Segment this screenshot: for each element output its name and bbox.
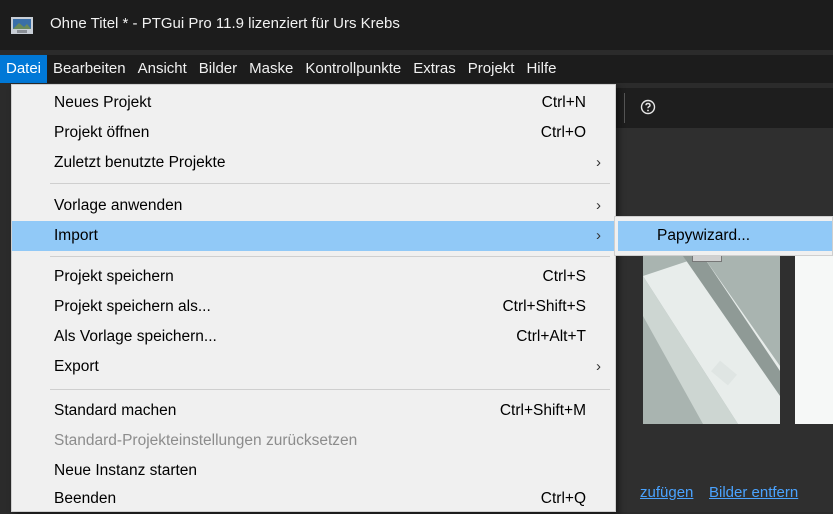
menu-bearbeiten[interactable]: Bearbeiten [47,55,132,83]
menu-bilder[interactable]: Bilder [193,55,243,83]
menu-extras[interactable]: Extras [407,55,462,83]
image-thumbnail[interactable] [643,256,780,424]
menu-item-zuletzt-benutzte-projekte[interactable]: Zuletzt benutzte Projekte › [12,148,615,178]
ptgui-app-icon [11,17,33,34]
image-thumbnail[interactable] [795,256,833,424]
menu-separator [50,183,610,184]
remove-images-link[interactable]: Bilder entfern [709,484,798,501]
menu-maske[interactable]: Maske [243,55,299,83]
file-menu-dropdown: Neues Projekt Ctrl+N Projekt öffnen Ctrl… [11,84,616,512]
add-images-link[interactable]: zufügen [640,484,693,501]
menu-hilfe[interactable]: Hilfe [520,55,562,83]
submenu-item-papywizard[interactable]: Papywizard... [618,221,832,251]
chevron-right-icon: › [596,197,601,214]
menu-ansicht[interactable]: Ansicht [132,55,193,83]
menu-item-vorlage-anwenden[interactable]: Vorlage anwenden › [12,191,615,221]
menu-kontrollpunkte[interactable]: Kontrollpunkte [299,55,407,83]
menu-item-als-vorlage-speichern[interactable]: Als Vorlage speichern... Ctrl+Alt+T [12,322,615,352]
menu-separator [50,389,610,390]
window-title: Ohne Titel * - PTGui Pro 11.9 lizenziert… [50,15,400,32]
chevron-right-icon: › [596,358,601,375]
menu-separator [50,256,610,257]
menu-bar: Datei Bearbeiten Ansicht Bilder Maske Ko… [0,55,833,83]
menu-item-export[interactable]: Export › [12,352,615,382]
menu-item-import[interactable]: Import › [12,221,615,251]
chevron-right-icon: › [596,154,601,171]
menu-item-neues-projekt[interactable]: Neues Projekt Ctrl+N [12,88,615,118]
menu-item-projekt-oeffnen[interactable]: Projekt öffnen Ctrl+O [12,118,615,148]
help-circle-icon[interactable] [640,99,656,115]
menu-item-beenden[interactable]: Beenden Ctrl+Q [12,484,615,514]
menu-datei[interactable]: Datei [0,55,48,83]
menu-item-neue-instanz-starten[interactable]: Neue Instanz starten [12,456,615,486]
chevron-right-icon: › [596,227,601,244]
import-submenu: Papywizard... [614,216,833,256]
menu-item-projekt-speichern-als[interactable]: Projekt speichern als... Ctrl+Shift+S [12,292,615,322]
menu-item-standard-projekteinstellungen-zuruecksetzen: Standard-Projekteinstellungen zurücksetz… [54,432,358,449]
menu-projekt[interactable]: Projekt [462,55,521,83]
menu-item-standard-machen[interactable]: Standard machen Ctrl+Shift+M [12,396,615,426]
title-bar: Ohne Titel * - PTGui Pro 11.9 lizenziert… [0,0,833,50]
toolbar-separator [624,93,625,123]
menu-item-projekt-speichern[interactable]: Projekt speichern Ctrl+S [12,262,615,292]
